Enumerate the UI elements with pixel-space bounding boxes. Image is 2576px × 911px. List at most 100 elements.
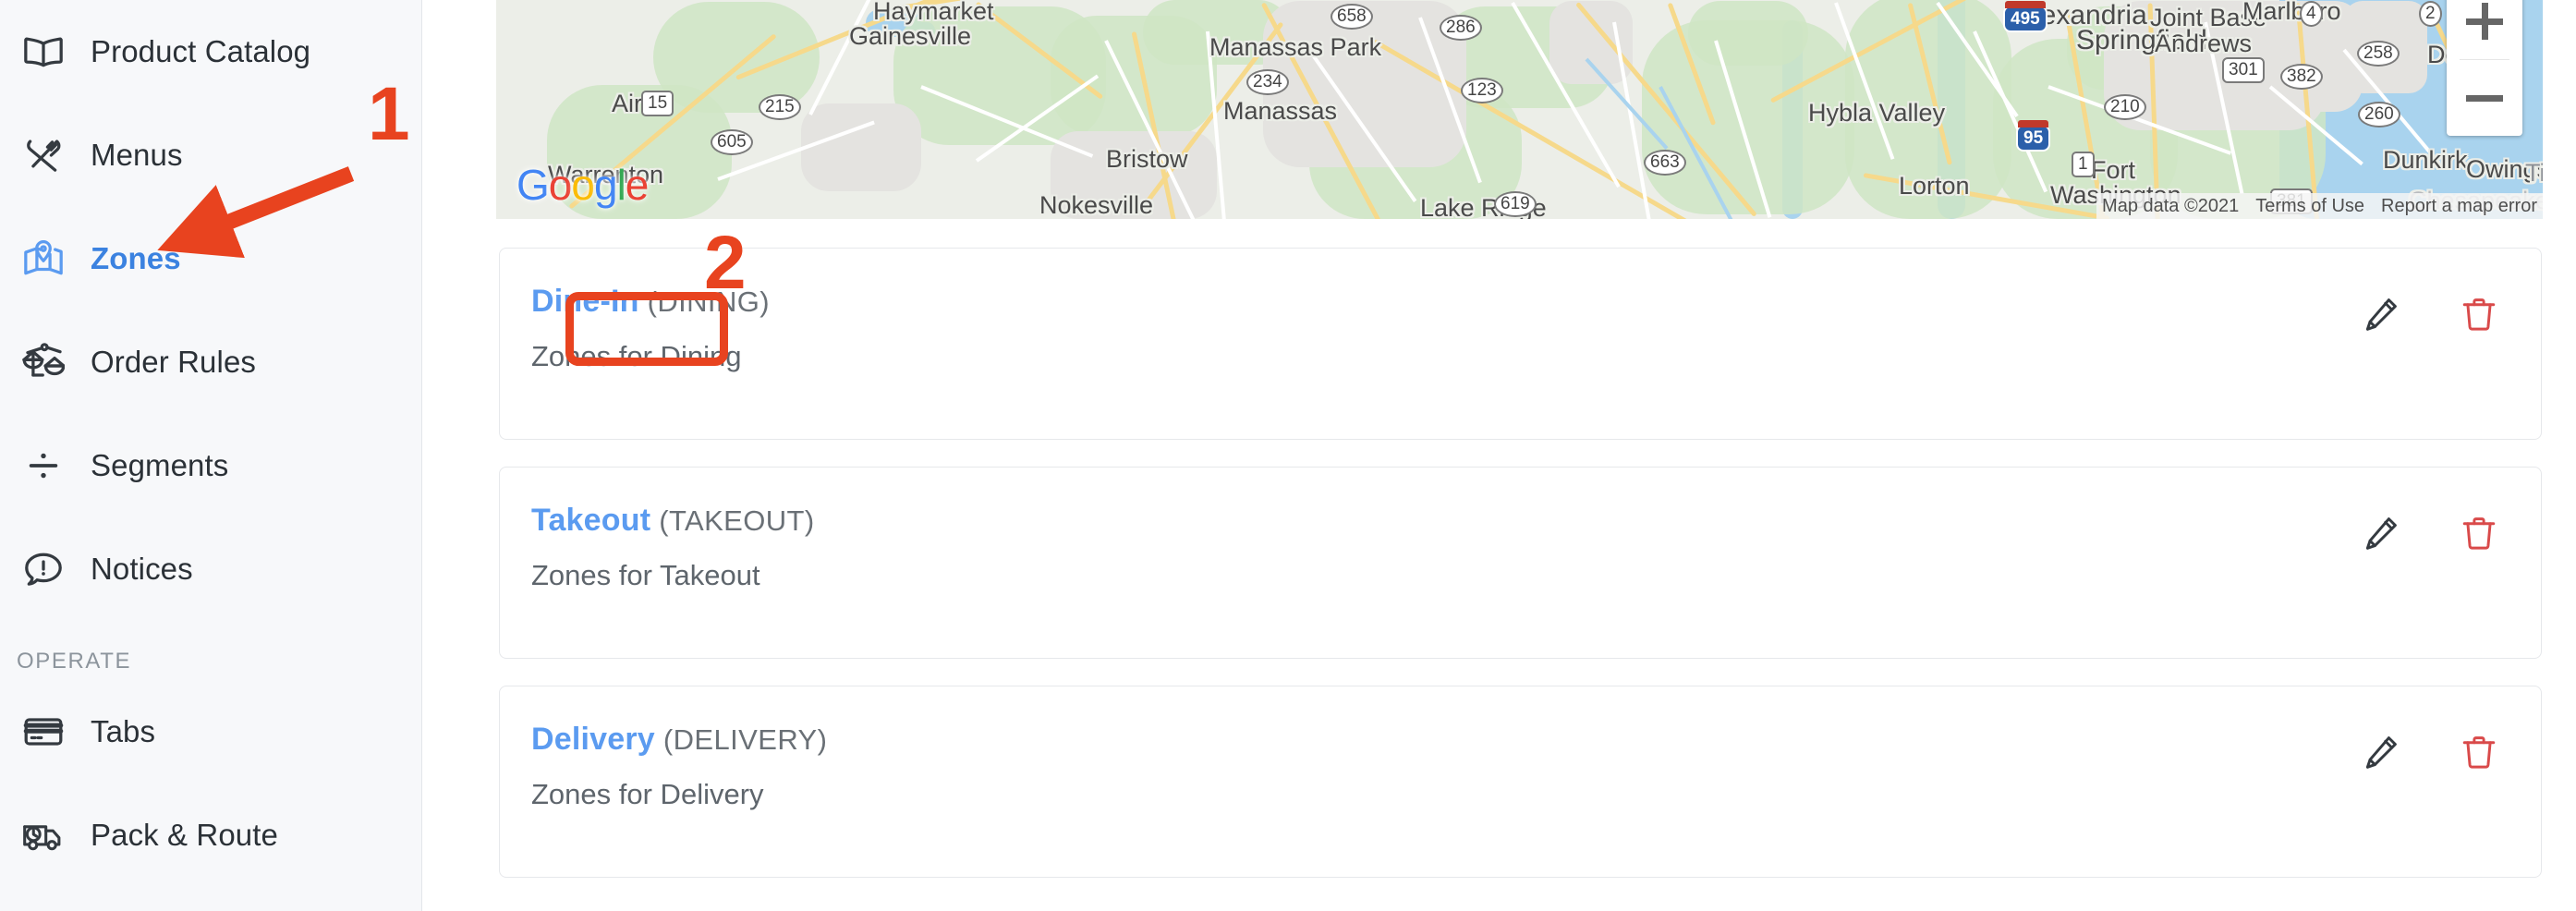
annotation-step-1-number: 1 bbox=[368, 72, 410, 156]
zone-card-body: Takeout (TAKEOUT) Zones for Takeout bbox=[500, 468, 2360, 592]
book-open-icon bbox=[17, 30, 70, 73]
map-zoom-out-button[interactable] bbox=[2447, 60, 2522, 136]
route-shield: 658 bbox=[1331, 4, 1373, 30]
route-shield: 215 bbox=[759, 94, 801, 120]
sidebar-item-menus[interactable]: Menus bbox=[0, 103, 421, 207]
zone-title-line: Dine-In (DINING) bbox=[531, 285, 2360, 317]
map-place-label: Bristow bbox=[1106, 145, 1188, 173]
map-attribution: Map data ©2021 Terms of Use Report a map… bbox=[2096, 193, 2543, 219]
zone-description: Zones for Delivery bbox=[531, 778, 764, 810]
zone-actions bbox=[2360, 686, 2541, 773]
map-data-copyright: Map data ©2021 bbox=[2102, 195, 2240, 216]
route-shield: 301 bbox=[2222, 57, 2265, 83]
map-place-label: Dunkirk bbox=[2383, 146, 2468, 174]
route-shield: 258 bbox=[2357, 41, 2400, 67]
map-green-area bbox=[653, 2, 820, 113]
zone-title-line: Delivery (DELIVERY) bbox=[531, 723, 2360, 755]
zone-card-takeout[interactable]: Takeout (TAKEOUT) Zones for Takeout bbox=[499, 467, 2542, 659]
speech-bubble-alert-icon bbox=[17, 548, 70, 590]
sidebar-item-product-catalog[interactable]: Product Catalog bbox=[0, 0, 421, 103]
zones-map[interactable]: Haymarket Gainesville Manassas Park Spri… bbox=[496, 0, 2543, 219]
map-green-area bbox=[1688, 1, 1808, 66]
map-place-label: Lorton bbox=[1899, 172, 1970, 200]
sidebar-item-label: Product Catalog bbox=[91, 34, 311, 68]
map-place-label: Manassas bbox=[1223, 97, 1338, 125]
google-logo: Google bbox=[516, 160, 650, 210]
route-shield: 123 bbox=[1461, 78, 1503, 103]
zone-card-delivery[interactable]: Delivery (DELIVERY) Zones for Delivery bbox=[499, 686, 2542, 878]
edit-zone-button[interactable] bbox=[2360, 731, 2402, 773]
sidebar-item-order-rules[interactable]: Order Rules bbox=[0, 310, 421, 414]
sidebar-item-label: Pack & Route bbox=[91, 818, 278, 852]
edit-zone-button[interactable] bbox=[2360, 512, 2402, 554]
route-shield: 4 bbox=[2300, 1, 2323, 27]
route-shield: 382 bbox=[2280, 64, 2323, 90]
zone-title-line: Takeout (TAKEOUT) bbox=[531, 504, 2360, 536]
report-map-error-link[interactable]: Report a map error bbox=[2381, 196, 2537, 217]
annotation-step-2-number: 2 bbox=[704, 221, 747, 305]
map-place-label: Marlboro bbox=[2242, 0, 2341, 25]
zone-actions bbox=[2360, 468, 2541, 554]
map-place-label: Andrews bbox=[2155, 30, 2253, 57]
sidebar-section-operate: OPERATE bbox=[17, 649, 132, 674]
zone-code: (TAKEOUT) bbox=[659, 504, 815, 537]
google-logo-letter: o bbox=[548, 161, 573, 209]
sidebar-item-label: Segments bbox=[91, 448, 229, 482]
minus-icon bbox=[2466, 94, 2503, 102]
route-shield: 260 bbox=[2358, 102, 2400, 128]
plus-icon bbox=[2481, 3, 2488, 40]
sidebar-item-tabs[interactable]: Tabs bbox=[0, 680, 421, 783]
credit-card-icon bbox=[17, 711, 70, 753]
zones-list: Dine-In (DINING) Zones for Dining Takeou… bbox=[499, 248, 2542, 905]
route-shield: 1 bbox=[2072, 152, 2095, 177]
google-logo-letter: g bbox=[593, 161, 618, 209]
map-urban-area bbox=[801, 103, 921, 191]
google-logo-letter: G bbox=[516, 161, 550, 209]
delete-zone-button[interactable] bbox=[2458, 293, 2500, 335]
sidebar-item-label: Menus bbox=[91, 138, 183, 172]
sidebar-item-notices[interactable]: Notices bbox=[0, 517, 421, 621]
route-shield: 210 bbox=[2104, 94, 2146, 120]
sidebar-item-zones[interactable]: Zones bbox=[0, 207, 421, 310]
cutlery-icon bbox=[17, 134, 70, 176]
map-canvas[interactable]: Haymarket Gainesville Manassas Park Spri… bbox=[496, 0, 2543, 219]
map-place-label: Nokesville bbox=[1039, 191, 1154, 219]
google-logo-letter: l bbox=[616, 161, 626, 209]
google-logo-letter: e bbox=[625, 161, 650, 209]
route-shield: 605 bbox=[711, 129, 753, 155]
route-shield: 15 bbox=[641, 91, 674, 116]
map-pin-icon bbox=[17, 237, 70, 280]
edit-zone-button[interactable] bbox=[2360, 293, 2402, 335]
map-place-label: Tilg bbox=[2525, 159, 2543, 187]
main-content: Haymarket Gainesville Manassas Park Spri… bbox=[422, 0, 2576, 911]
sidebar-item-pack-and-route[interactable]: Pack & Route bbox=[0, 783, 421, 887]
google-logo-letter: o bbox=[571, 161, 595, 209]
route-shield: 2 bbox=[2419, 1, 2442, 27]
scales-icon bbox=[17, 341, 70, 383]
sidebar-item-label: Zones bbox=[91, 241, 181, 275]
sidebar-item-label: Tabs bbox=[91, 714, 156, 748]
route-shield: 234 bbox=[1246, 69, 1289, 95]
delete-zone-button[interactable] bbox=[2458, 512, 2500, 554]
map-place-label: Manassas Park bbox=[1209, 33, 1382, 61]
terms-of-use-link[interactable]: Terms of Use bbox=[2255, 196, 2364, 217]
delivery-truck-clock-icon bbox=[17, 814, 70, 856]
sidebar-item-label: Notices bbox=[91, 552, 193, 586]
zone-card-dine-in[interactable]: Dine-In (DINING) Zones for Dining bbox=[499, 248, 2542, 440]
zone-name-link[interactable]: Takeout bbox=[531, 504, 650, 536]
zone-code: (DELIVERY) bbox=[662, 723, 828, 756]
route-shield: 95 bbox=[2018, 120, 2049, 150]
map-place-label: Hybla Valley bbox=[1808, 99, 1946, 127]
sidebar: Product Catalog Menus Zones Order Rules … bbox=[0, 0, 422, 911]
divide-icon bbox=[17, 444, 70, 487]
zone-name-link[interactable]: Delivery bbox=[531, 723, 655, 755]
delete-zone-button[interactable] bbox=[2458, 731, 2500, 773]
map-zoom-in-button[interactable] bbox=[2447, 0, 2522, 59]
sidebar-item-segments[interactable]: Segments bbox=[0, 414, 421, 517]
zone-description: Zones for Dining bbox=[531, 340, 742, 372]
zone-card-body: Dine-In (DINING) Zones for Dining bbox=[500, 249, 2360, 373]
sidebar-item-label: Order Rules bbox=[91, 345, 256, 379]
zone-actions bbox=[2360, 249, 2541, 335]
zone-description: Zones for Takeout bbox=[531, 559, 760, 591]
map-zoom-control[interactable] bbox=[2447, 0, 2522, 136]
